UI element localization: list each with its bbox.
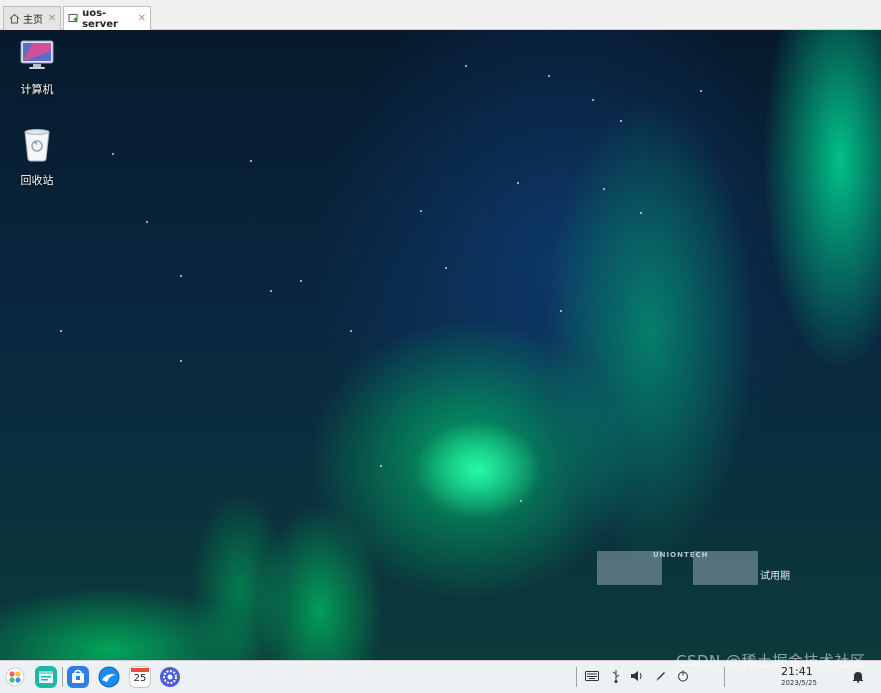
trash-icon — [21, 128, 53, 166]
tab-uos-server[interactable]: uos-server ✕ — [63, 6, 151, 30]
trial-label: 试用期 — [760, 571, 790, 582]
home-icon — [8, 13, 20, 25]
tab-uos-server-label: uos-server — [82, 7, 118, 30]
close-icon[interactable]: ✕ — [138, 13, 146, 24]
star — [420, 210, 422, 212]
star — [465, 65, 467, 67]
tab-bar: 主页 ✕ uos-server ✕ — [0, 0, 881, 30]
usb-icon[interactable] — [609, 669, 623, 683]
power-icon[interactable] — [676, 669, 690, 683]
star — [520, 500, 522, 502]
star — [270, 290, 272, 292]
desktop[interactable]: 计算机 回收站 UNIONTECH 试用期 — [0, 30, 881, 660]
watermark-brand: UNIONTECH — [653, 551, 709, 559]
star — [560, 310, 562, 312]
star — [640, 212, 642, 214]
star — [380, 465, 382, 467]
star — [250, 160, 252, 162]
taskbar-separator — [576, 667, 577, 687]
computer-icon — [19, 39, 55, 75]
star — [180, 275, 182, 277]
source-watermark: CSDN @稀土掘金技术社区 — [676, 652, 866, 670]
star — [620, 120, 622, 122]
close-icon[interactable]: ✕ — [48, 13, 56, 24]
star — [592, 99, 594, 101]
volume-icon[interactable] — [630, 669, 644, 683]
browser-icon[interactable] — [98, 666, 120, 688]
star — [350, 330, 352, 332]
star — [60, 330, 62, 332]
file-manager-icon[interactable] — [35, 666, 57, 688]
calendar-icon[interactable]: 25 — [129, 666, 151, 688]
settings-icon[interactable] — [159, 666, 181, 688]
desktop-icon-label: 回收站 — [20, 174, 54, 187]
pen-icon[interactable] — [654, 669, 668, 683]
star — [700, 90, 702, 92]
star — [146, 221, 148, 223]
star — [112, 153, 114, 155]
star — [517, 182, 519, 184]
keyboard-icon[interactable] — [585, 669, 599, 683]
notification-icon[interactable] — [851, 669, 865, 683]
star — [603, 188, 605, 190]
star — [445, 267, 447, 269]
taskbar-separator — [62, 667, 63, 687]
desktop-icon-computer[interactable]: 计算机 — [5, 39, 69, 97]
star — [300, 280, 302, 282]
launcher-icon[interactable] — [4, 666, 26, 688]
tab-home-label: 主页 — [23, 15, 43, 26]
clock-date[interactable]: 2023/5/25 — [781, 679, 817, 687]
star — [180, 360, 182, 362]
star — [548, 75, 550, 77]
app-store-icon[interactable] — [67, 666, 89, 688]
tab-home[interactable]: 主页 ✕ — [3, 6, 61, 30]
desktop-icon-label: 计算机 — [20, 83, 54, 96]
calendar-day: 25 — [133, 673, 147, 684]
vm-icon — [68, 13, 79, 25]
desktop-icon-trash[interactable]: 回收站 — [5, 128, 69, 188]
